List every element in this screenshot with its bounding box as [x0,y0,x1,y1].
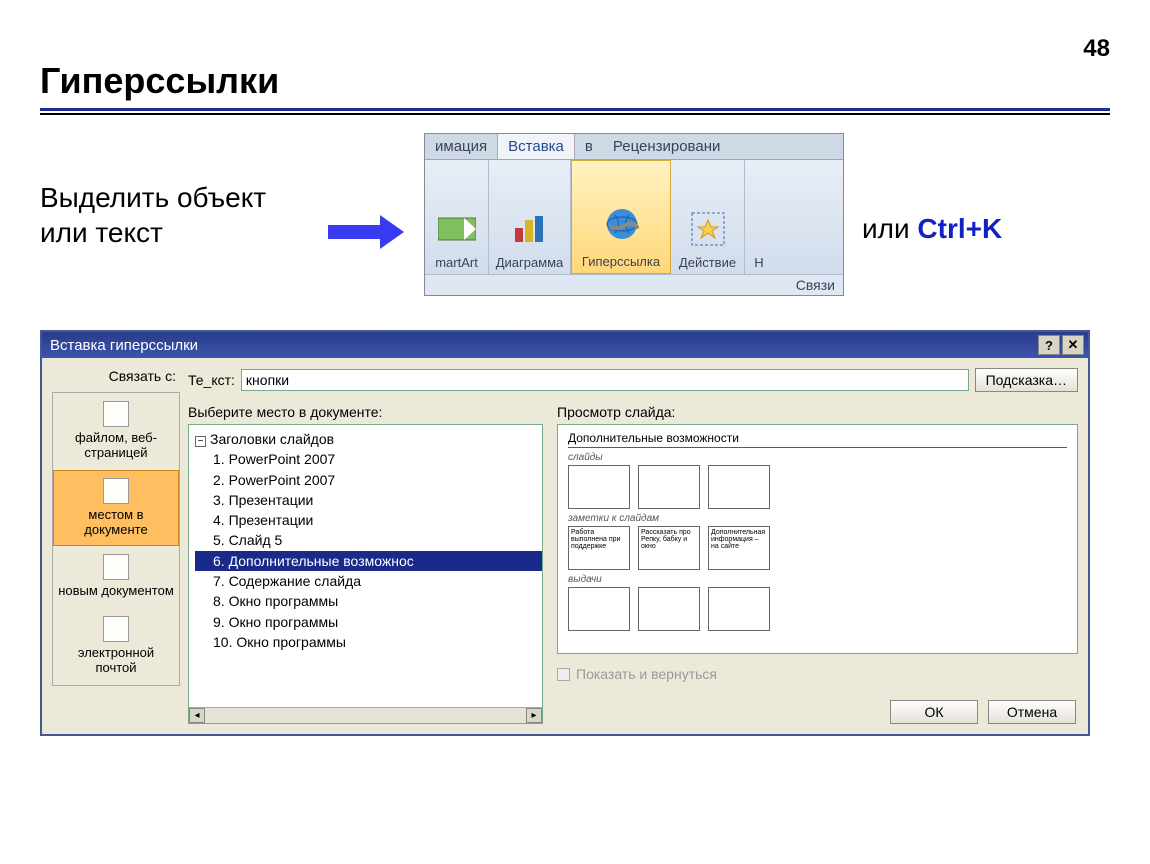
slide-preview: Дополнительные возможности слайды заметк… [557,424,1078,654]
dialog-title-text: Вставка гиперссылки [50,337,198,354]
slide-tree[interactable]: −Заголовки слайдов 1. PowerPoint 2007 2.… [188,424,543,724]
slide-thumb: Работа выполнена при поддержке [568,526,630,570]
preview-section-notes: заметки к слайдам [568,513,1067,524]
ribbon-btn-smartart[interactable]: martArt [425,160,489,274]
link-to-file-web[interactable]: файлом, веб-страницей [53,393,179,470]
slide-thumb: Дополнительная информация – на сайте [708,526,770,570]
tree-item[interactable]: 5. Слайд 5 [195,530,542,550]
extra-icon [739,209,779,249]
ribbon-group-label: Связи [425,274,843,295]
smartart-icon [437,209,477,249]
ribbon-btn-hyperlink[interactable]: Гиперссылка [571,160,671,274]
slide-thumb [568,465,630,509]
globe-link-icon [601,208,641,248]
tree-label: Выберите место в документе: [188,404,543,420]
help-button[interactable]: ? [1038,335,1060,355]
ribbon-tab-animation[interactable]: имация [425,134,497,159]
preview-section-handouts: выдачи [568,574,1067,585]
place-in-doc-icon [103,478,129,504]
ribbon: имация Вставка в Рецензировани martArt Д… [424,133,844,296]
title-rule-under [40,113,1110,115]
show-return-label: Показать и вернуться [576,666,717,682]
slide-thumb: Рассказать про Репку, бабку и окно [638,526,700,570]
show-return-checkbox [557,668,570,681]
arrow-icon [328,215,406,249]
instruction-text: Выделить объект или текст [40,180,310,250]
link-to-list: файлом, веб-страницей местом в документе… [52,392,180,686]
ok-button[interactable]: ОК [890,700,978,724]
slide-thumb [708,465,770,509]
cancel-button[interactable]: Отмена [988,700,1076,724]
collapse-icon[interactable]: − [195,436,206,447]
hint-button[interactable]: Подсказка… [975,368,1078,392]
tree-item[interactable]: 3. Презентации [195,490,542,510]
ribbon-tab-insert[interactable]: Вставка [497,134,575,159]
preview-slide-title: Дополнительные возможности [568,431,1067,448]
tree-item[interactable]: 10. Окно программы [195,632,542,652]
tree-item[interactable]: 1. PowerPoint 2007 [195,449,542,469]
slide-thumb [638,587,700,631]
link-to-new-doc[interactable]: новым документом [53,546,179,608]
link-text-input[interactable] [241,369,969,391]
tree-item[interactable]: 4. Презентации [195,510,542,530]
close-button[interactable]: ✕ [1062,335,1084,355]
slide-thumb [638,465,700,509]
dialog-titlebar: Вставка гиперссылки ? ✕ [42,332,1088,358]
ribbon-tab-review[interactable]: Рецензировани [603,134,730,159]
action-icon [688,209,728,249]
ribbon-btn-extra[interactable]: Н [745,160,773,274]
horizontal-scrollbar[interactable]: ◂ ▸ [189,707,542,723]
scroll-right-icon[interactable]: ▸ [526,708,542,723]
link-to-place-in-doc[interactable]: местом в документе [53,470,179,546]
insert-hyperlink-dialog: Вставка гиперссылки ? ✕ Связать с: файло… [40,330,1090,736]
slide-thumb [708,587,770,631]
scroll-left-icon[interactable]: ◂ [189,708,205,723]
page-number: 48 [1083,35,1110,63]
tree-item[interactable]: 2. PowerPoint 2007 [195,470,542,490]
ribbon-btn-action[interactable]: Действие [671,160,745,274]
link-to-email[interactable]: электронной почтой [53,608,179,685]
ribbon-tab-v[interactable]: в [575,134,603,159]
preview-label: Просмотр слайда: [557,404,1078,420]
preview-section-slides: слайды [568,452,1067,463]
slide-thumb [568,587,630,631]
email-icon [103,616,129,642]
file-web-icon [103,401,129,427]
chart-icon [510,209,550,249]
hotkey-hint: или Ctrl+K [862,213,1002,245]
ribbon-btn-chart[interactable]: Диаграмма [489,160,571,274]
tree-item[interactable]: 8. Окно программы [195,591,542,611]
tree-item-selected[interactable]: 6. Дополнительные возможнос [195,551,542,571]
link-to-label: Связать с: [52,368,180,384]
page-title: Гиперссылки [40,60,1110,102]
title-rule [40,108,1110,111]
tree-item[interactable]: 9. Окно программы [195,612,542,632]
text-label: Те_кст: [188,372,235,388]
new-doc-icon [103,554,129,580]
tree-item[interactable]: 7. Содержание слайда [195,571,542,591]
